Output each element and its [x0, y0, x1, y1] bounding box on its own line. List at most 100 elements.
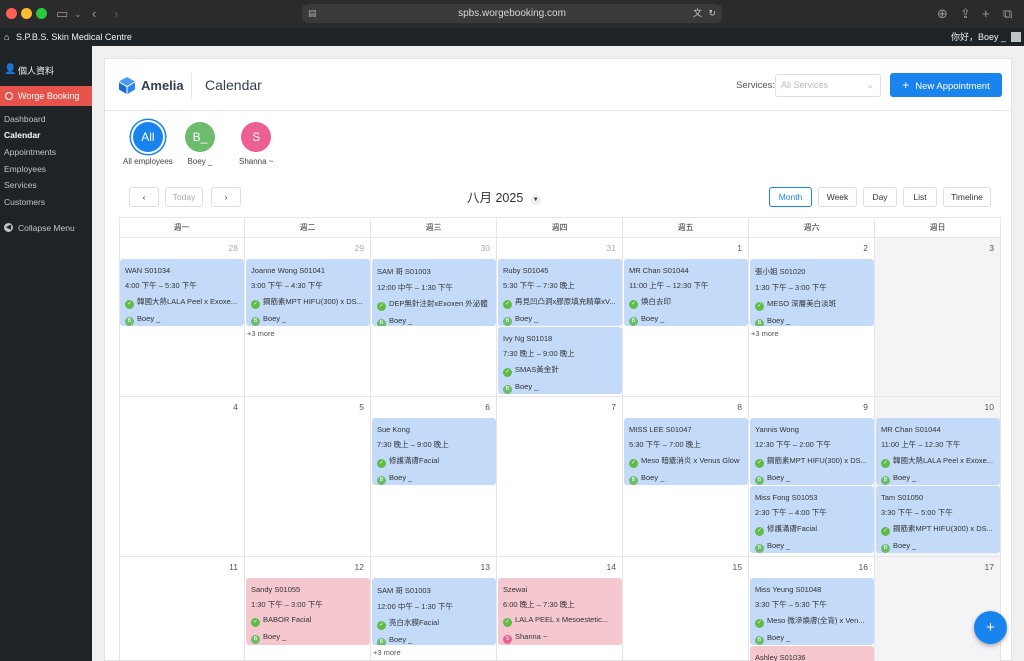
- more-events-link[interactable]: +3 more: [373, 648, 401, 657]
- appointment-service-row: ✓ 亮白水膜Facial: [377, 617, 491, 630]
- maximize-window-button[interactable]: [36, 8, 47, 19]
- employee-avatar: B: [881, 544, 890, 553]
- appointment-event[interactable]: Ashley S01036: [750, 646, 874, 661]
- appointment-title: Ivy Ng S01018: [503, 334, 553, 343]
- add-appointment-fab[interactable]: +: [974, 611, 1007, 644]
- appointment-employee: Boey _: [893, 473, 917, 482]
- next-month-button[interactable]: ›: [211, 187, 241, 207]
- reload-icon[interactable]: ↻: [708, 4, 716, 23]
- more-events-link[interactable]: +3 more: [247, 329, 275, 338]
- employee-filter-item[interactable]: All All employees: [123, 122, 173, 166]
- sidebar-item-label: Worge Booking: [18, 91, 80, 101]
- employee-filter-item[interactable]: B_ Boey _: [185, 122, 215, 166]
- new-appointment-button[interactable]: + New Appointment: [890, 73, 1002, 97]
- appointment-event[interactable]: Miss Fong S01053 2:30 下午 – 4:00 下午 ✓ 修護滿膚Fa…: [750, 486, 874, 553]
- appointment-event[interactable]: Ivy Ng S01018 7:30 晚上 – 9:00 晚上 ✓ SMAS黃金針 B B…: [498, 327, 622, 394]
- sidebar-item-services[interactable]: Services: [4, 180, 37, 190]
- day-number: 8: [737, 402, 742, 412]
- new-tab-icon[interactable]: +: [982, 6, 990, 22]
- appointment-service-row: ✓ Meso 暗瘡消炎 x Venus Glow: [629, 455, 743, 468]
- appointment-event[interactable]: Tam S01050 3:30 下午 – 5:00 下午 ✓ 鋼筋素MPT HIFU(…: [876, 486, 1000, 553]
- appointment-event[interactable]: MR Chan S01044 11:00 上午 – 12:30 下午 ✓ 韓國大熱LA…: [876, 418, 1000, 485]
- translate-icon[interactable]: 文: [693, 4, 702, 23]
- weekday-header: 週四: [497, 217, 623, 238]
- appointment-time: 1:30 下午 – 3:00 下午: [251, 600, 323, 609]
- weekday-header: 週六: [749, 217, 875, 238]
- sidebar-item-appointments[interactable]: Appointments: [4, 147, 56, 157]
- share-icon[interactable]: ⇪: [960, 6, 971, 22]
- appointment-time: 1:30 下午 – 3:00 下午: [755, 283, 827, 292]
- today-button[interactable]: Today: [165, 187, 203, 207]
- user-greeting[interactable]: 你好，Boey _: [951, 28, 1006, 46]
- minimize-window-button[interactable]: [21, 8, 32, 19]
- prev-month-button[interactable]: ‹: [129, 187, 159, 207]
- appointment-service: 煥白去印: [641, 297, 671, 306]
- appointment-event[interactable]: Szewai 6:00 晚上 – 7:30 晚上 ✓ LALA PEEL x Meso…: [498, 578, 622, 645]
- appointment-employee: Boey _: [515, 382, 539, 391]
- appointment-event[interactable]: SAM 哥 S01003 12:00 中午 – 1:30 下午 ✓ DEP無針注射xE…: [372, 259, 496, 326]
- employee-filter-item[interactable]: S Shanna ~: [239, 122, 273, 166]
- appointment-event[interactable]: SAM 哥 S01003 12:00 中午 – 1:30 下午 ✓ 亮白水膜Facia…: [372, 578, 496, 645]
- sidebar-item-dashboard[interactable]: Dashboard: [4, 114, 46, 124]
- day-number: 9: [863, 402, 868, 412]
- forward-icon[interactable]: ›: [114, 6, 118, 22]
- sidebar-item-worge-booking[interactable]: Worge Booking: [0, 86, 99, 106]
- day-cell[interactable]: 17: [875, 557, 1001, 661]
- home-icon[interactable]: ⌂: [4, 28, 9, 46]
- appointment-service: BABOR Facial: [263, 615, 312, 624]
- appointment-event[interactable]: MISS LEE S01047 5:30 下午 – 7:00 晚上 ✓ Meso 暗瘡…: [624, 418, 748, 485]
- day-cell[interactable]: 4: [119, 397, 245, 557]
- sidebar-item-calendar[interactable]: Calendar: [4, 130, 40, 140]
- appointment-time: 6:00 晚上 – 7:30 晚上: [503, 600, 575, 609]
- view-month-button[interactable]: Month: [769, 187, 812, 207]
- collapse-icon: ◀: [4, 223, 13, 232]
- appointment-event[interactable]: Joanne Wong S01041 3:00 下午 – 4:30 下午 ✓ 鋼筋素M…: [246, 259, 370, 326]
- address-bar[interactable]: ▤ spbs.worgebooking.com 文 ↻: [302, 4, 722, 23]
- tab-overview-icon[interactable]: ⧉: [1003, 6, 1012, 22]
- employee-avatar: B: [503, 317, 512, 326]
- view-timeline-button[interactable]: Timeline: [943, 187, 991, 207]
- day-cell[interactable]: 7: [497, 397, 623, 557]
- user-avatar[interactable]: [1011, 32, 1021, 42]
- close-window-button[interactable]: [6, 8, 17, 19]
- day-cell[interactable]: 5: [245, 397, 371, 557]
- appointment-event[interactable]: Yannis Wong 12:30 下午 – 2:00 下午 ✓ 鋼筋素MPT HIF…: [750, 418, 874, 485]
- page-settings-icon[interactable]: ▤: [308, 4, 317, 23]
- appointment-event[interactable]: Ruby S01045 5:30 下午 – 7:30 晚上 ✓ 再見凹凸洞x膠原填充精…: [498, 259, 622, 326]
- employee-avatar: B: [755, 636, 764, 645]
- approved-check-icon: ✓: [629, 300, 638, 309]
- download-icon[interactable]: ⊕: [937, 6, 948, 22]
- view-week-button[interactable]: Week: [818, 187, 857, 207]
- day-number: 11: [229, 562, 238, 572]
- back-icon[interactable]: ‹: [92, 6, 96, 22]
- view-list-button[interactable]: List: [903, 187, 937, 207]
- appointment-time: 7:30 晚上 – 9:00 晚上: [377, 440, 449, 449]
- approved-check-icon: ✓: [503, 618, 512, 627]
- appointment-event[interactable]: MR Chan S01044 11:00 上午 – 12:30 下午 ✓ 煥白去印 B B…: [624, 259, 748, 326]
- appointment-event[interactable]: Sue Kong 7:30 晚上 – 9:00 晚上 ✓ 修護滿膚Facial B Boe…: [372, 418, 496, 485]
- services-select[interactable]: All Services ⌄: [775, 74, 881, 97]
- view-day-button[interactable]: Day: [863, 187, 897, 207]
- day-cell[interactable]: 15: [623, 557, 749, 661]
- appointment-employee: Boey _: [767, 633, 791, 642]
- day-cell[interactable]: 11: [119, 557, 245, 661]
- month-picker[interactable]: 八月 2025 ▼: [467, 187, 541, 206]
- appointment-event[interactable]: Sandy S01055 1:30 下午 – 3:00 下午 ✓ BABOR Faci…: [246, 578, 370, 645]
- day-cell[interactable]: 3: [875, 238, 1001, 397]
- site-name-link[interactable]: S.P.B.S. Skin Medical Centre: [16, 28, 132, 46]
- appointment-event[interactable]: WAN S01034 4:00 下午 – 5:30 下午 ✓ 韓國大熱LALA Pee…: [120, 259, 244, 326]
- chevron-down-icon[interactable]: ⌄: [74, 6, 82, 22]
- appointment-employee: Boey _: [641, 473, 665, 482]
- appointment-employee-row: B Boey _: [755, 541, 869, 553]
- appointment-event[interactable]: Miss Yeung S01048 3:30 下午 – 5:30 下午 ✓ Meso …: [750, 578, 874, 645]
- sidebar-item-customers[interactable]: Customers: [4, 197, 45, 207]
- day-number: 16: [858, 562, 868, 572]
- day-number: 29: [354, 243, 364, 253]
- sidebar-item-employees[interactable]: Employees: [4, 164, 46, 174]
- day-number: 14: [606, 562, 616, 572]
- appointment-event[interactable]: 張小姐 S01020 1:30 下午 – 3:00 下午 ✓ MESO 深層美白淡斑 B…: [750, 259, 874, 326]
- appointment-service-row: ✓ 鋼筋素MPT HIFU(300) x DS...: [251, 296, 365, 309]
- more-events-link[interactable]: +3 more: [751, 329, 779, 338]
- sidebar-toggle-icon[interactable]: ▭: [56, 6, 68, 22]
- appointment-time: 7:30 晚上 – 9:00 晚上: [503, 349, 575, 358]
